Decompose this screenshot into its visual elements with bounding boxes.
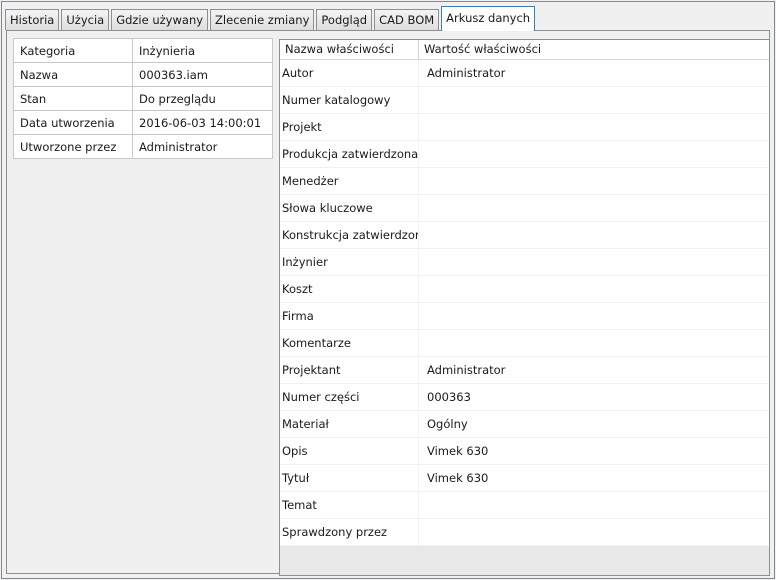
property-value[interactable] <box>419 114 769 140</box>
property-row[interactable]: Materiał Ogólny <box>280 411 769 438</box>
property-name: Numer katalogowy <box>280 87 419 113</box>
property-value[interactable] <box>419 330 769 356</box>
tab-podglad[interactable]: Podgląd <box>316 9 373 30</box>
property-value[interactable]: Vimek 630 <box>419 465 769 491</box>
property-value[interactable] <box>419 249 769 275</box>
property-row[interactable]: Firma <box>280 303 769 330</box>
tab-content-panel: Kategoria Inżynieria Nazwa 000363.iam St… <box>6 30 770 576</box>
tab-uzycia[interactable]: Użycia <box>61 9 110 30</box>
property-grid[interactable]: Nazwa właściwości Wartość właściwości Au… <box>279 39 770 576</box>
property-row[interactable]: Tytuł Vimek 630 <box>280 465 769 492</box>
property-name: Słowa kluczowe <box>280 195 419 221</box>
summary-value: Administrator <box>132 134 273 159</box>
property-name: Konstrukcja zatwierdzona <box>280 222 419 248</box>
property-row[interactable]: Autor Administrator <box>280 60 769 87</box>
summary-key: Utworzone przez <box>13 134 133 159</box>
property-row[interactable]: Menedżer <box>280 168 769 195</box>
property-value[interactable] <box>419 303 769 329</box>
property-value[interactable] <box>419 168 769 194</box>
tab-bar: Historia Użycia Gdzie używany Zlecenie z… <box>5 6 537 31</box>
property-value[interactable]: Administrator <box>419 60 769 86</box>
property-name: Inżynier <box>280 249 419 275</box>
property-grid-body: Autor Administrator Numer katalogowy Projek… <box>280 60 769 546</box>
column-header-value[interactable]: Wartość właściwości <box>419 40 769 59</box>
property-name: Sprawdzony przez <box>280 519 419 545</box>
property-name: Projekt <box>280 114 419 140</box>
summary-key: Data utworzenia <box>13 110 133 135</box>
property-row[interactable]: Numer katalogowy <box>280 87 769 114</box>
summary-value: Do przeglądu <box>132 86 273 111</box>
property-value[interactable] <box>419 195 769 221</box>
summary-value: 000363.iam <box>132 62 273 87</box>
property-name: Produkcja zatwierdzona p <box>280 141 419 167</box>
property-value[interactable]: Administrator <box>419 357 769 383</box>
property-row[interactable]: Inżynier <box>280 249 769 276</box>
property-row[interactable]: Koszt <box>280 276 769 303</box>
property-name: Menedżer <box>280 168 419 194</box>
summary-key: Nazwa <box>13 62 133 87</box>
tab-gdzie-uzywany[interactable]: Gdzie używany <box>111 9 209 30</box>
tab-arkusz-danych[interactable]: Arkusz danych <box>441 6 536 31</box>
property-value[interactable] <box>419 492 769 518</box>
summary-row: Nazwa 000363.iam <box>13 62 273 87</box>
property-grid-header: Nazwa właściwości Wartość właściwości <box>280 40 769 60</box>
summary-row: Utworzone przez Administrator <box>13 134 273 159</box>
summary-key: Stan <box>13 86 133 111</box>
property-name: Numer części <box>280 384 419 410</box>
property-row[interactable]: Komentarze <box>280 330 769 357</box>
property-value[interactable] <box>419 519 769 545</box>
property-value[interactable] <box>419 87 769 113</box>
property-name: Firma <box>280 303 419 329</box>
column-header-name[interactable]: Nazwa właściwości <box>280 40 419 59</box>
tab-historia[interactable]: Historia <box>5 9 60 30</box>
property-row[interactable]: Słowa kluczowe <box>280 195 769 222</box>
property-row[interactable]: Projektant Administrator <box>280 357 769 384</box>
property-row[interactable]: Projekt <box>280 114 769 141</box>
summary-key: Kategoria <box>13 38 133 63</box>
property-value[interactable] <box>419 276 769 302</box>
summary-row: Stan Do przeglądu <box>13 86 273 111</box>
tab-zlecenie-zmiany[interactable]: Zlecenie zmiany <box>210 9 315 30</box>
summary-value: 2016-06-03 14:00:01 <box>132 110 273 135</box>
summary-row: Data utworzenia 2016-06-03 14:00:01 <box>13 110 273 135</box>
property-name: Materiał <box>280 411 419 437</box>
summary-table: Kategoria Inżynieria Nazwa 000363.iam St… <box>13 38 273 159</box>
tab-cad-bom[interactable]: CAD BOM <box>374 9 440 30</box>
property-name: Temat <box>280 492 419 518</box>
property-name: Tytuł <box>280 465 419 491</box>
property-value[interactable]: Ogólny <box>419 411 769 437</box>
property-value[interactable]: 000363 <box>419 384 769 410</box>
property-name: Projektant <box>280 357 419 383</box>
property-value[interactable] <box>419 222 769 248</box>
property-name: Komentarze <box>280 330 419 356</box>
property-row[interactable]: Numer części 000363 <box>280 384 769 411</box>
property-row[interactable]: Produkcja zatwierdzona p <box>280 141 769 168</box>
property-value[interactable] <box>419 141 769 167</box>
summary-value: Inżynieria <box>132 38 273 63</box>
property-name: Koszt <box>280 276 419 302</box>
window-frame: Historia Użycia Gdzie używany Zlecenie z… <box>1 1 775 579</box>
summary-row: Kategoria Inżynieria <box>13 38 273 63</box>
property-value[interactable]: Vimek 630 <box>419 438 769 464</box>
property-row[interactable]: Konstrukcja zatwierdzona <box>280 222 769 249</box>
property-row[interactable]: Sprawdzony przez <box>280 519 769 546</box>
property-name: Autor <box>280 60 419 86</box>
property-row[interactable]: Opis Vimek 630 <box>280 438 769 465</box>
property-name: Opis <box>280 438 419 464</box>
property-row[interactable]: Temat <box>280 492 769 519</box>
